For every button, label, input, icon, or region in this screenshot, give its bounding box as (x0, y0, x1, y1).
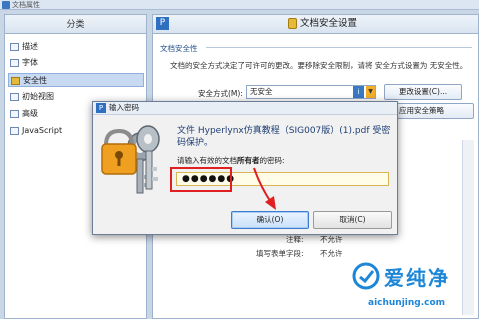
category-header: 分类 (4, 14, 147, 34)
category-item-fonts[interactable]: 字体 (8, 56, 144, 70)
ok-button[interactable]: 确认(O) (231, 211, 309, 229)
password-prompt: 请输入有效的文档所有者的密码: (177, 156, 285, 165)
pointer-arrow-icon (253, 167, 276, 210)
watermark-url: aichunjing.com (368, 298, 446, 308)
permission-label: 注释: (286, 235, 304, 244)
category-item-description[interactable]: 描述 (8, 40, 144, 54)
section-title: 文档安全性 (160, 44, 198, 53)
advanced-icon (10, 110, 19, 118)
app-logo-icon: P (96, 103, 106, 113)
font-icon (10, 59, 19, 67)
info-icon[interactable]: i (353, 86, 364, 98)
section-divider (206, 47, 472, 48)
permission-label: 填写表单字段: (256, 249, 304, 258)
dialog-title: 输入密码 (109, 103, 139, 112)
script-icon (10, 127, 19, 135)
permission-value: 不允许 (320, 249, 343, 258)
chevron-down-icon[interactable]: ▼ (366, 86, 375, 98)
permission-value: 不允许 (320, 235, 343, 244)
watermark-text: 爱纯净 (384, 266, 450, 290)
highlight-box (170, 167, 232, 192)
section-description: 文档的安全方式决定了可许可的更改。要移除安全限制，请将 安全方式设置为 无安全性… (170, 61, 468, 70)
keys-lock-icon (101, 125, 160, 194)
app-icon (2, 1, 10, 9)
watermark-logo-icon (352, 262, 380, 290)
window-title: 文档属性 (12, 1, 40, 9)
view-icon (10, 93, 19, 101)
lock-icon (288, 18, 297, 29)
document-icon (10, 43, 19, 51)
security-method-label: 安全方式(M): (198, 89, 243, 98)
scrollbar[interactable] (462, 140, 474, 315)
category-item-security[interactable]: 安全性 (8, 73, 144, 87)
app-logo-icon: P (156, 17, 169, 30)
lock-icon (11, 77, 20, 85)
settings-header-title: 文档安全设置 (300, 18, 358, 29)
cancel-button[interactable]: 取消(C) (313, 211, 392, 229)
change-settings-button[interactable]: 更改设置(C)... (384, 84, 462, 100)
window-titlebar (0, 0, 479, 10)
dialog-message: 文件 Hyperlynx仿真教程（SIG007版）(1).pdf 受密码保护。 (177, 126, 391, 148)
